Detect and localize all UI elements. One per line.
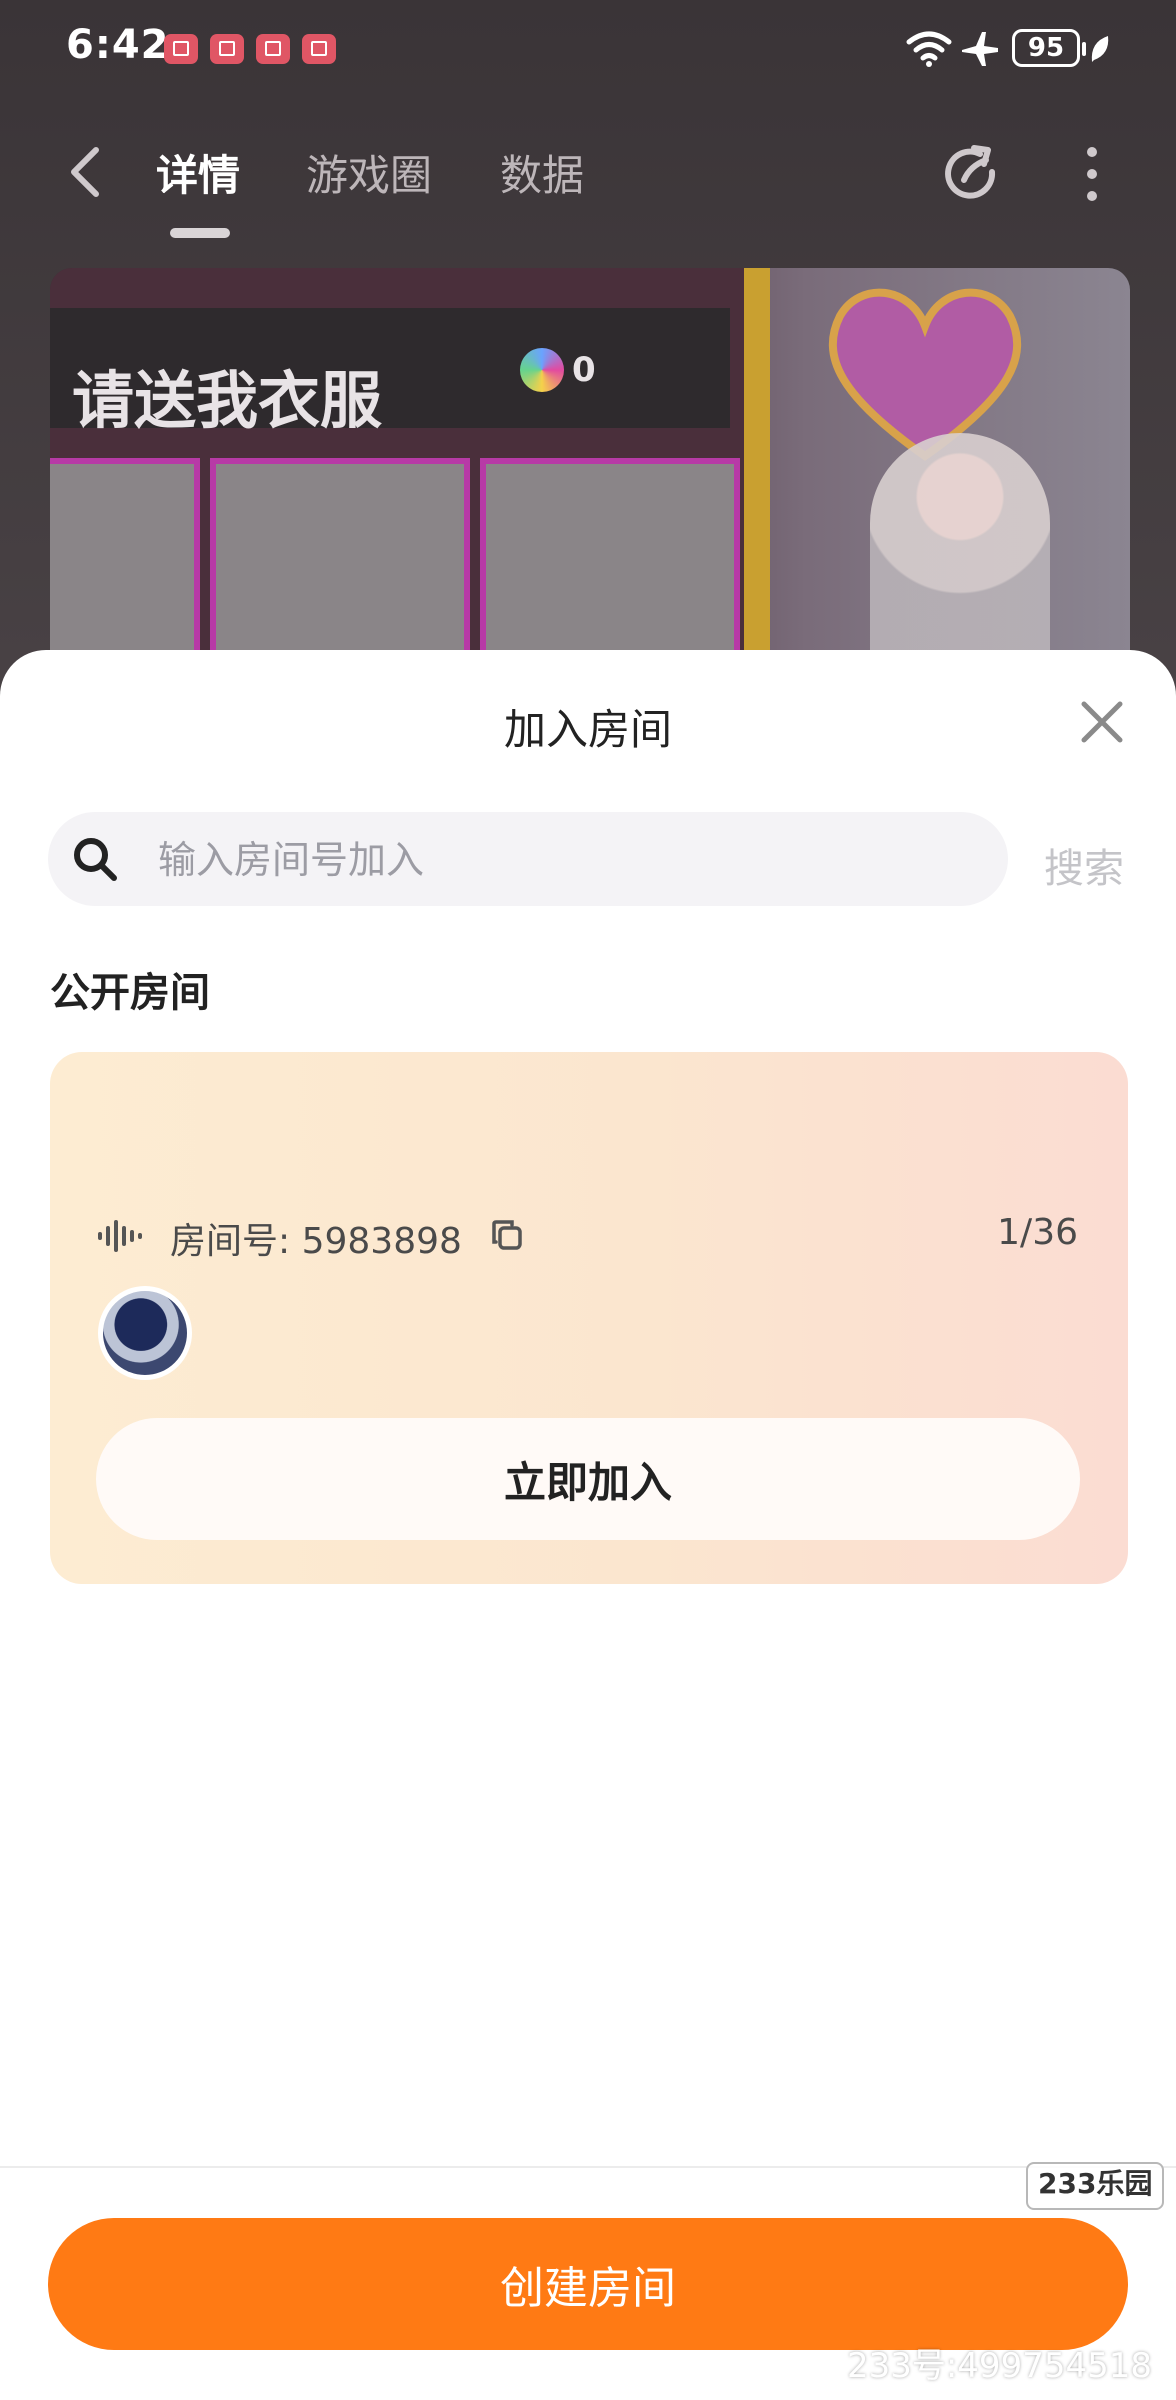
- close-icon[interactable]: [1076, 696, 1128, 748]
- room-number-input[interactable]: [156, 812, 980, 908]
- footer-divider: [0, 2166, 1176, 2168]
- back-arrow-icon[interactable]: [60, 142, 110, 202]
- watermark-logo: 233乐园: [1026, 2162, 1165, 2210]
- room-occupancy: 1/36: [997, 1212, 1078, 1253]
- search-bar: [48, 812, 1008, 908]
- sheet-title: 加入房间: [503, 705, 672, 754]
- status-time: 6:42: [66, 22, 170, 68]
- more-icon[interactable]: [1080, 142, 1104, 206]
- active-tab-indicator: [170, 228, 230, 238]
- notification-book-icon: [164, 34, 198, 64]
- room-card: 房间号: 5983898 1/36 立即加入: [50, 1052, 1128, 1584]
- heart-decoration: [828, 288, 1022, 461]
- coin-icon: [520, 348, 564, 392]
- banner-coin-value: 0: [572, 350, 596, 390]
- search-icon: [74, 838, 117, 881]
- room-number: 房间号: 5983898: [170, 1221, 462, 1262]
- create-room-button[interactable]: 创建房间: [48, 2218, 1128, 2350]
- status-bar: 6:42 95: [0, 0, 1176, 100]
- banner-board: 请送我衣服 0: [50, 268, 770, 688]
- notification-book-icon: [302, 34, 336, 64]
- join-now-button[interactable]: 立即加入: [96, 1418, 1080, 1540]
- notification-book-icon: [256, 34, 290, 64]
- notification-book-icon: [210, 34, 244, 64]
- game-banner-image: 请送我衣服 0: [50, 268, 1130, 688]
- copy-icon[interactable]: [490, 1218, 524, 1252]
- wifi-icon: [906, 31, 952, 67]
- airplane-mode-icon: [962, 32, 998, 66]
- share-icon[interactable]: [940, 142, 1004, 206]
- watermark-text: 233号:499754518: [846, 2346, 1152, 2386]
- public-rooms-title: 公开房间: [50, 970, 210, 1016]
- tab-data[interactable]: 数据: [500, 142, 584, 203]
- tab-details[interactable]: 详情: [156, 142, 240, 203]
- battery-icon: 95: [1012, 29, 1086, 67]
- tab-game-circle[interactable]: 游戏圈: [306, 142, 432, 203]
- avatar: [98, 1286, 192, 1380]
- leaf-icon: [1091, 36, 1109, 62]
- top-navigation: 详情 游戏圈 数据: [0, 120, 1176, 240]
- voice-wave-icon: [98, 1220, 142, 1252]
- banner-title: 请送我衣服: [72, 364, 383, 437]
- join-room-sheet: 加入房间 搜索 公开房间 房间号: 5983898 1/36 立即加入 创建房间: [0, 650, 1176, 2400]
- search-button[interactable]: 搜索: [1044, 836, 1124, 894]
